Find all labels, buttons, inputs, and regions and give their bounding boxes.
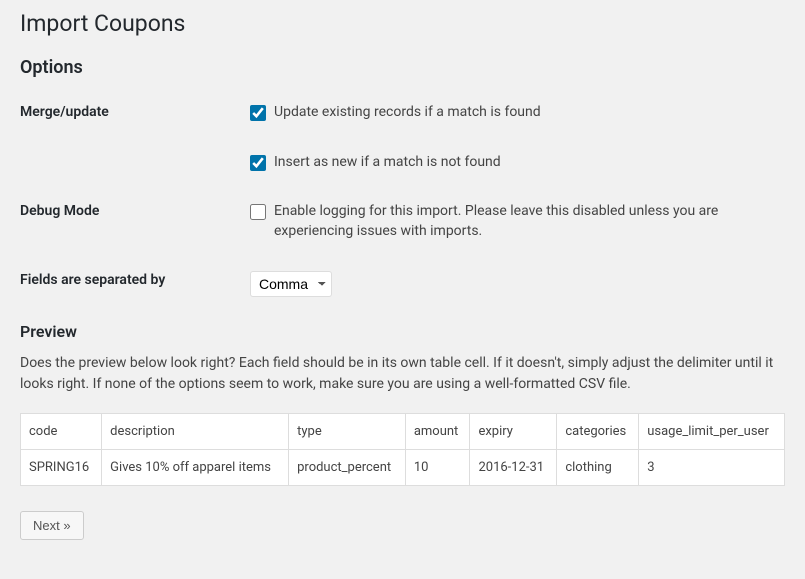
delimiter-label: Fields are separated by: [20, 271, 250, 288]
preview-description: Does the preview below look right? Each …: [20, 353, 785, 395]
merge-update-label: Merge/update: [20, 103, 250, 120]
col-description: description: [102, 414, 289, 450]
insert-new-checkbox[interactable]: [250, 155, 266, 171]
col-type: type: [289, 414, 406, 450]
preview-heading: Preview: [20, 322, 785, 341]
cell-categories: clothing: [557, 450, 639, 486]
col-code: code: [21, 414, 102, 450]
debug-mode-row: Debug Mode Enable logging for this impor…: [20, 202, 785, 241]
preview-table: code description type amount expiry cate…: [20, 413, 785, 486]
cell-amount: 10: [405, 450, 470, 486]
col-amount: amount: [405, 414, 470, 450]
delimiter-row: Fields are separated by Comma: [20, 271, 785, 297]
next-button[interactable]: Next »: [20, 511, 84, 540]
delimiter-select[interactable]: Comma: [250, 271, 332, 297]
col-categories: categories: [557, 414, 639, 450]
debug-mode-label: Debug Mode: [20, 202, 250, 219]
cell-usage-limit: 3: [639, 450, 785, 486]
enable-logging-text: Enable logging for this import. Please l…: [274, 202, 785, 241]
enable-logging-checkbox[interactable]: [250, 204, 266, 220]
update-existing-checkbox[interactable]: [250, 105, 266, 121]
cell-code: SPRING16: [21, 450, 102, 486]
cell-type: product_percent: [289, 450, 406, 486]
insert-new-row: Insert as new if a match is not found: [20, 153, 785, 173]
page-title: Import Coupons: [20, 10, 785, 37]
col-expiry: expiry: [470, 414, 557, 450]
merge-update-row: Merge/update Update existing records if …: [20, 103, 785, 123]
col-usage-limit: usage_limit_per_user: [639, 414, 785, 450]
cell-description: Gives 10% off apparel items: [102, 450, 289, 486]
table-row: SPRING16 Gives 10% off apparel items pro…: [21, 450, 785, 486]
insert-new-text: Insert as new if a match is not found: [274, 153, 785, 173]
update-existing-text: Update existing records if a match is fo…: [274, 103, 785, 123]
table-header-row: code description type amount expiry cate…: [21, 414, 785, 450]
cell-expiry: 2016-12-31: [470, 450, 557, 486]
options-heading: Options: [20, 57, 785, 78]
